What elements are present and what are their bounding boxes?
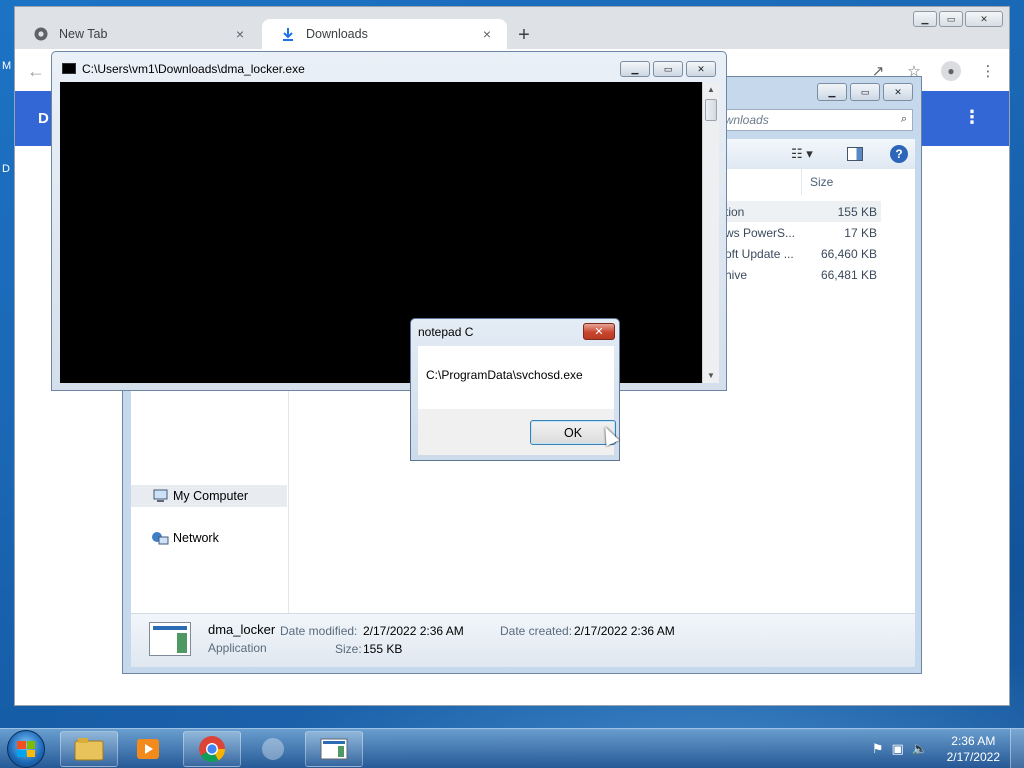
file-row[interactable]: ws PowerS... 17 KB [721,222,881,243]
console-scrollbar[interactable]: ▲ ▼ [702,82,719,383]
scrollbar-thumb[interactable] [705,99,717,121]
search-icon[interactable]: ⌕ [901,113,907,126]
folder-icon [74,738,104,761]
action-center-flag-icon[interactable]: ⚑ [872,741,884,757]
column-header-label: Size [810,175,834,189]
taskbar-console-button[interactable] [305,731,363,767]
close-button[interactable]: ✕ [686,61,716,77]
application-icon [149,622,191,656]
nav-item-my-computer[interactable]: My Computer [131,485,287,507]
scroll-down-arrow-icon[interactable]: ▼ [707,371,715,380]
back-arrow-icon[interactable]: ← [27,61,45,82]
details-file-name: dma_locker [208,622,276,637]
tab-close-icon[interactable]: × [232,26,248,42]
dialog-body: C:\ProgramData\svchosd.exe [418,346,614,409]
help-icon[interactable]: ? [890,145,908,163]
taskbar-explorer-button[interactable] [60,731,118,767]
details-modified-label: Date modified: [280,624,358,638]
change-view-icon[interactable]: ☷ ▾ [791,146,813,162]
file-row[interactable]: oft Update ... 66,460 KB [721,243,881,264]
taskbar-clock[interactable]: 2:36 AM 2/17/2022 [947,733,1000,765]
details-created-label: Date created: [500,624,573,638]
file-type: ws PowerS... [725,225,796,240]
maximize-button[interactable]: ▭ [850,83,880,101]
minimize-button[interactable]: ▁ [620,61,650,77]
close-button[interactable]: ✕ [883,83,913,101]
console-title: C:\Users\vm1\Downloads\dma_locker.exe [82,62,305,76]
dialog-close-button[interactable]: ✕ [583,323,615,340]
taskbar: ⚑ ▣ 🔈 2:36 AM 2/17/2022 [0,728,1024,768]
file-type: hive [725,267,748,282]
system-tray: ⚑ ▣ 🔈 [872,741,928,757]
chrome-menu-icon[interactable]: ⋮ [979,62,997,80]
network-icon [151,531,169,545]
windows-logo-icon [17,741,35,757]
details-size-value: 155 KB [363,642,403,656]
column-header-size[interactable]: Size [801,169,915,195]
file-size: 17 KB [844,225,877,240]
downloads-menu-icon[interactable]: ⋮ [963,107,981,128]
file-type: tion [725,204,745,219]
nav-item-label: My Computer [173,489,249,503]
tab-downloads[interactable]: Downloads × [262,19,507,49]
desktop-icon-label[interactable]: D [2,163,10,175]
downloads-header-title: D [38,110,49,127]
search-input[interactable]: ownloads ⌕ [713,109,913,131]
taskbar-app-button[interactable] [244,731,302,767]
tab-new-tab[interactable]: New Tab × [15,19,260,49]
computer-icon [151,489,169,503]
taskbar-media-player-button[interactable] [120,731,178,767]
console-window: C:\Users\vm1\Downloads\dma_locker.exe ▁ … [51,51,727,391]
details-pane: dma_locker Application Date modified: 2/… [131,613,915,667]
console-window-controls: ▁ ▭ ✕ [620,61,716,77]
details-modified-value: 2/17/2022 2:36 AM [363,624,464,638]
maximize-button[interactable]: ▭ [653,61,683,77]
download-icon [280,26,296,42]
console-icon [62,63,76,74]
tab-strip: New Tab × Downloads × + ▁ ▭ ✕ [15,7,1009,49]
file-row[interactable]: hive 66,481 KB [721,264,881,285]
file-size: 66,481 KB [820,267,877,282]
explorer-window-controls: ▁ ▭ ✕ [817,83,913,101]
clock-time: 2:36 AM [951,734,996,748]
tab-label: Downloads [306,27,368,41]
maximize-button[interactable]: ▭ [939,11,963,27]
desktop-icon-label[interactable]: M [2,60,11,72]
message-dialog: notepad C ✕ C:\ProgramData\svchosd.exe O… [410,318,620,461]
preview-pane-icon[interactable] [847,147,863,161]
start-button[interactable] [7,730,45,768]
profile-avatar-icon[interactable]: ● [941,61,961,81]
media-player-icon [137,739,159,759]
chrome-window-controls: ▁ ▭ ✕ [913,11,1003,27]
new-tab-button[interactable]: + [514,24,534,47]
chrome-icon [199,736,226,763]
chrome-icon [33,26,49,42]
tab-label: New Tab [59,27,108,41]
file-row[interactable]: tion 155 KB [721,201,881,222]
app-icon [262,738,284,760]
nav-item-network[interactable]: Network [131,527,287,549]
file-size: 66,460 KB [820,246,877,261]
dialog-footer: OK [418,409,616,455]
nav-item-label: Network [173,531,219,545]
dialog-message: C:\ProgramData\svchosd.exe [426,368,583,382]
details-file-type: Application [208,641,267,655]
minimize-button[interactable]: ▁ [817,83,847,101]
clock-date: 2/17/2022 [946,750,1000,764]
scroll-up-arrow-icon[interactable]: ▲ [707,85,715,94]
close-button[interactable]: ✕ [965,11,1003,27]
minimize-button[interactable]: ▁ [913,11,937,27]
tab-close-icon[interactable]: × [479,26,495,42]
file-type: oft Update ... [725,246,794,261]
file-size: 155 KB [837,204,877,219]
volume-icon[interactable]: 🔈 [912,741,928,757]
network-status-icon[interactable]: ▣ [892,741,904,757]
details-size-label: Size: [335,642,362,656]
details-created-value: 2/17/2022 2:36 AM [574,624,675,638]
application-icon [320,738,348,760]
dialog-title: notepad C [418,325,474,339]
show-desktop-button[interactable] [1010,729,1024,768]
taskbar-chrome-button[interactable] [183,731,241,767]
